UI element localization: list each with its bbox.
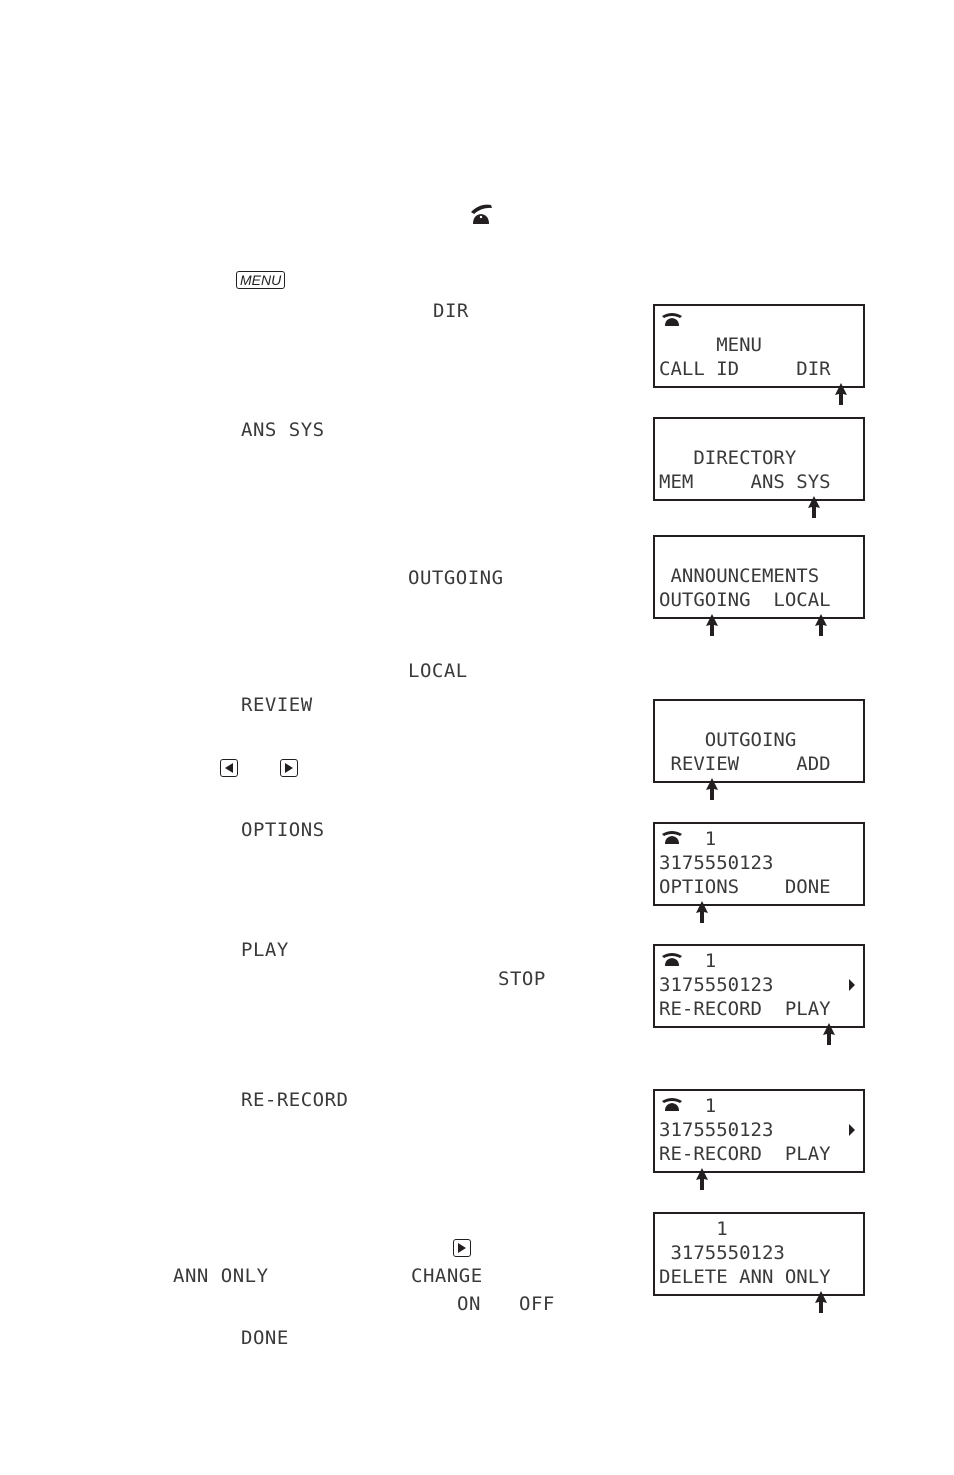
play-indicator-icon: [849, 979, 855, 991]
left-arrow-key-icon: [220, 759, 238, 777]
screen-line-1: 1: [659, 1095, 717, 1117]
screen-line-2: MENU: [659, 334, 762, 356]
screen-line-1: 1: [659, 950, 717, 972]
lcd-screen-announcements: ANNOUNCEMENTS OUTGOING LOCAL: [653, 535, 865, 619]
screen-line-2: 3175550123: [659, 852, 774, 874]
screen-line-3: OUTGOING LOCAL: [659, 589, 831, 611]
screen-line-3: RE-RECORD PLAY: [659, 998, 831, 1020]
done-keyword: DONE: [241, 1327, 289, 1349]
review-keyword: REVIEW: [241, 694, 313, 716]
right-arrow-key-icon: [453, 1239, 471, 1257]
stop-keyword: STOP: [498, 968, 546, 990]
dir-keyword: DIR: [433, 300, 469, 322]
off-keyword: OFF: [519, 1293, 555, 1315]
screen-line-2: 3175550123: [659, 1242, 785, 1264]
pointer-arrow-icon: [815, 1291, 827, 1313]
screen-line-3: MEM ANS SYS: [659, 471, 831, 493]
play-indicator-icon: [849, 1124, 855, 1136]
on-keyword: ON: [457, 1293, 481, 1315]
pointer-arrow-icon: [696, 901, 708, 923]
options-keyword: OPTIONS: [241, 819, 325, 841]
pointer-arrow-icon: [808, 496, 820, 518]
re-record-keyword: RE-RECORD: [241, 1089, 349, 1111]
screen-line-2: 3175550123: [659, 974, 774, 996]
ans-sys-keyword: ANS SYS: [241, 419, 325, 441]
screen-line-3: REVIEW ADD: [659, 753, 831, 775]
screen-line-1: 1: [659, 1218, 728, 1240]
pointer-arrow-icon: [696, 1168, 708, 1190]
screen-line-3: RE-RECORD PLAY: [659, 1143, 831, 1165]
pointer-arrow-icon: [706, 778, 718, 800]
screen-line-2: ANNOUNCEMENTS: [659, 565, 820, 587]
change-keyword: CHANGE: [411, 1265, 483, 1287]
ann-only-keyword: ANN ONLY: [173, 1265, 269, 1287]
phone-icon: [662, 313, 682, 326]
local-keyword: LOCAL: [408, 660, 468, 682]
screen-line-2: DIRECTORY: [659, 447, 797, 469]
lcd-screen-re-record: 1 3175550123 RE-RECORD PLAY: [653, 1089, 865, 1173]
screen-line-3: DELETE ANN ONLY: [659, 1266, 831, 1288]
lcd-screen-directory: DIRECTORY MEM ANS SYS: [653, 417, 865, 501]
screen-line-3: CALL ID DIR: [659, 358, 831, 380]
outgoing-keyword: OUTGOING: [408, 567, 504, 589]
phone-offhook-icon: [471, 204, 492, 224]
lcd-screen-play: 1 3175550123 RE-RECORD PLAY: [653, 944, 865, 1028]
screen-line-1: 1: [659, 828, 717, 850]
screen-line-2: 3175550123: [659, 1119, 774, 1141]
screen-line-2: OUTGOING: [659, 729, 797, 751]
lcd-screen-ann-only: 1 3175550123 DELETE ANN ONLY: [653, 1212, 865, 1296]
menu-key: MENU: [236, 271, 286, 289]
lcd-screen-menu: MENU CALL ID DIR: [653, 304, 865, 388]
right-arrow-key-icon: [280, 759, 298, 777]
lcd-screen-outgoing: OUTGOING REVIEW ADD: [653, 699, 865, 783]
pointer-arrow-icon: [706, 614, 718, 636]
screen-line-3: OPTIONS DONE: [659, 876, 831, 898]
pointer-arrow-icon: [835, 383, 847, 405]
pointer-arrow-icon: [823, 1023, 835, 1045]
pointer-arrow-icon: [815, 614, 827, 636]
lcd-screen-review-options: 1 3175550123 OPTIONS DONE: [653, 822, 865, 906]
play-keyword: PLAY: [241, 939, 289, 961]
